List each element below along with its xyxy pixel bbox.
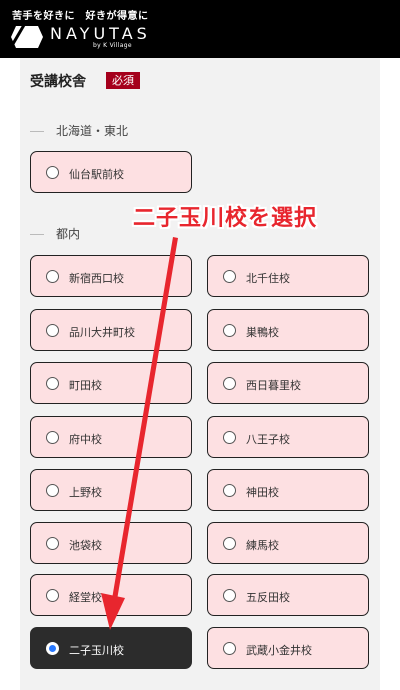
campus-label: 町田校 (69, 379, 102, 392)
campus-option[interactable]: 北千住校 (207, 255, 369, 297)
campus-label: 神田校 (246, 486, 279, 499)
campus-option[interactable]: 町田校 (30, 362, 192, 404)
campus-label: 北千住校 (246, 272, 290, 285)
radio-checked-icon[interactable] (46, 642, 59, 655)
campus-option[interactable]: 神田校 (207, 469, 369, 511)
campus-label: 練馬校 (246, 539, 279, 552)
campus-option[interactable]: 西日暮里校 (207, 362, 369, 404)
radio-icon[interactable] (46, 377, 59, 390)
tagline: 苦手を好きに 好きが得意に (12, 11, 149, 22)
campus-label: 府中校 (69, 433, 102, 446)
campus-label: 二子玉川校 (69, 644, 124, 657)
radio-icon[interactable] (223, 270, 236, 283)
campus-label: 巣鴨校 (246, 326, 279, 339)
radio-icon[interactable] (46, 537, 59, 550)
campus-option[interactable]: 五反田校 (207, 574, 369, 616)
campus-option[interactable]: 巣鴨校 (207, 309, 369, 351)
campus-label: 経堂校 (69, 591, 102, 604)
campus-option[interactable]: 武蔵小金井校 (207, 627, 369, 669)
radio-icon[interactable] (223, 642, 236, 655)
radio-icon[interactable] (46, 431, 59, 444)
campus-option[interactable]: 新宿西口校 (30, 255, 192, 297)
campus-option[interactable]: 経堂校 (30, 574, 192, 616)
campus-option[interactable]: 品川大井町校 (30, 309, 192, 351)
region-heading: 都内 (30, 225, 80, 242)
campus-label: 品川大井町校 (69, 326, 135, 339)
campus-option-selected[interactable]: 二子玉川校 (30, 627, 192, 669)
annotation-text: 二子玉川校を選択 (133, 206, 318, 231)
radio-icon[interactable] (223, 377, 236, 390)
campus-label: 新宿西口校 (69, 272, 124, 285)
logo-subtext: by K Village (93, 42, 132, 49)
campus-label: 西日暮里校 (246, 379, 301, 392)
divider (30, 131, 44, 132)
radio-icon[interactable] (223, 324, 236, 337)
site-header: 苦手を好きに 好きが得意に NAYUTAS by K Village (0, 0, 400, 58)
campus-option[interactable]: 八王子校 (207, 416, 369, 458)
campus-label: 八王子校 (246, 433, 290, 446)
field-title: 受講校舎 (30, 74, 86, 90)
campus-option[interactable]: 仙台駅前校 (30, 151, 192, 193)
campus-select-panel: 受講校舎 必須 北海道・東北 仙台駅前校 都内 新宿西口校 北千住校 品川大井町… (20, 58, 380, 690)
radio-icon[interactable] (223, 484, 236, 497)
campus-option[interactable]: 上野校 (30, 469, 192, 511)
radio-icon[interactable] (46, 324, 59, 337)
region-label: 都内 (56, 227, 81, 241)
campus-option[interactable]: 池袋校 (30, 522, 192, 564)
campus-option[interactable]: 練馬校 (207, 522, 369, 564)
region-heading: 北海道・東北 (30, 122, 128, 139)
divider (30, 234, 44, 235)
campus-label: 五反田校 (246, 591, 290, 604)
radio-icon[interactable] (46, 484, 59, 497)
campus-label: 武蔵小金井校 (246, 644, 312, 657)
radio-icon[interactable] (223, 431, 236, 444)
radio-icon[interactable] (223, 537, 236, 550)
logo-hexagon-icon[interactable] (10, 25, 44, 49)
radio-icon[interactable] (46, 166, 59, 179)
radio-icon[interactable] (46, 589, 59, 602)
campus-option[interactable]: 府中校 (30, 416, 192, 458)
campus-label: 仙台駅前校 (69, 168, 124, 181)
radio-icon[interactable] (46, 270, 59, 283)
region-label: 北海道・東北 (56, 124, 129, 138)
radio-icon[interactable] (223, 589, 236, 602)
logo-text[interactable]: NAYUTAS (50, 24, 151, 43)
campus-label: 池袋校 (69, 539, 102, 552)
required-badge: 必須 (106, 72, 140, 89)
campus-label: 上野校 (69, 486, 102, 499)
